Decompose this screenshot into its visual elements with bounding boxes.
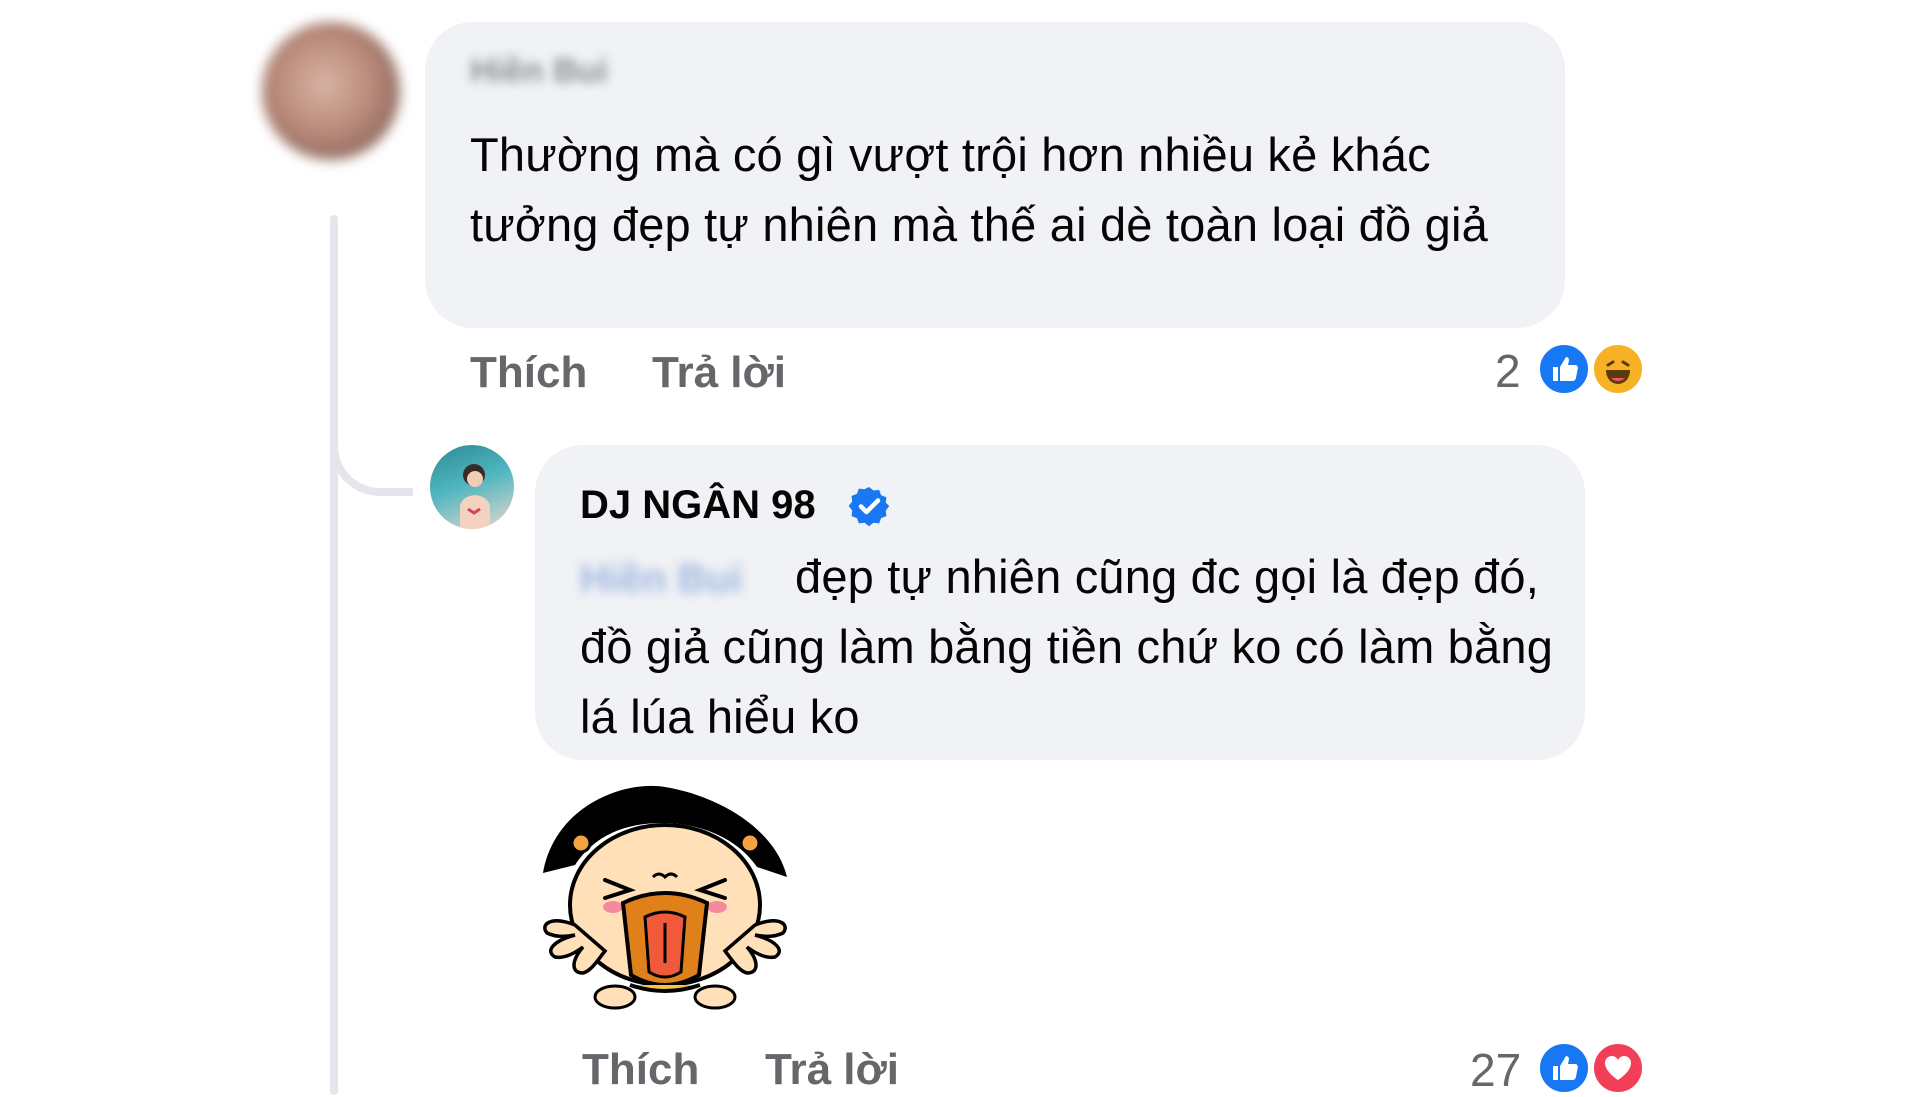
comment-text: Thường mà có gì vượt trội hơn nhiều kẻ k…: [470, 128, 1488, 251]
thread-line: [330, 215, 338, 1095]
like-icon[interactable]: [1536, 341, 1592, 397]
haha-icon[interactable]: [1590, 341, 1646, 397]
reaction-count[interactable]: 2: [1495, 344, 1521, 398]
love-icon[interactable]: [1590, 1040, 1646, 1096]
author-name-blurred[interactable]: Hiền Bui: [470, 52, 608, 91]
reply-button[interactable]: Trả lời: [765, 1045, 899, 1095]
mention-blurred[interactable]: Hiền Bui: [580, 557, 742, 602]
like-button[interactable]: Thích: [470, 348, 587, 398]
reaction-count[interactable]: 27: [1470, 1043, 1521, 1097]
like-button[interactable]: Thích: [582, 1045, 699, 1095]
like-icon[interactable]: [1536, 1040, 1592, 1096]
comment-bubble-2: DJ NGÂN 98 đẹp tự nhiên cũng đc gọi là đ…: [535, 445, 1585, 760]
verified-badge-icon: [848, 485, 890, 527]
avatar-blurred[interactable]: [262, 22, 400, 160]
avatar-dj-ngan-98[interactable]: [430, 445, 514, 529]
comment-bubble-1: Hiền Bui Thường mà có gì vượt trội hơn n…: [425, 22, 1565, 328]
tongue-out-girl-sticker[interactable]: [535, 785, 795, 1015]
reply-button[interactable]: Trả lời: [652, 348, 786, 398]
thread-reply-connector: [330, 400, 413, 496]
author-name[interactable]: DJ NGÂN 98: [580, 483, 816, 528]
